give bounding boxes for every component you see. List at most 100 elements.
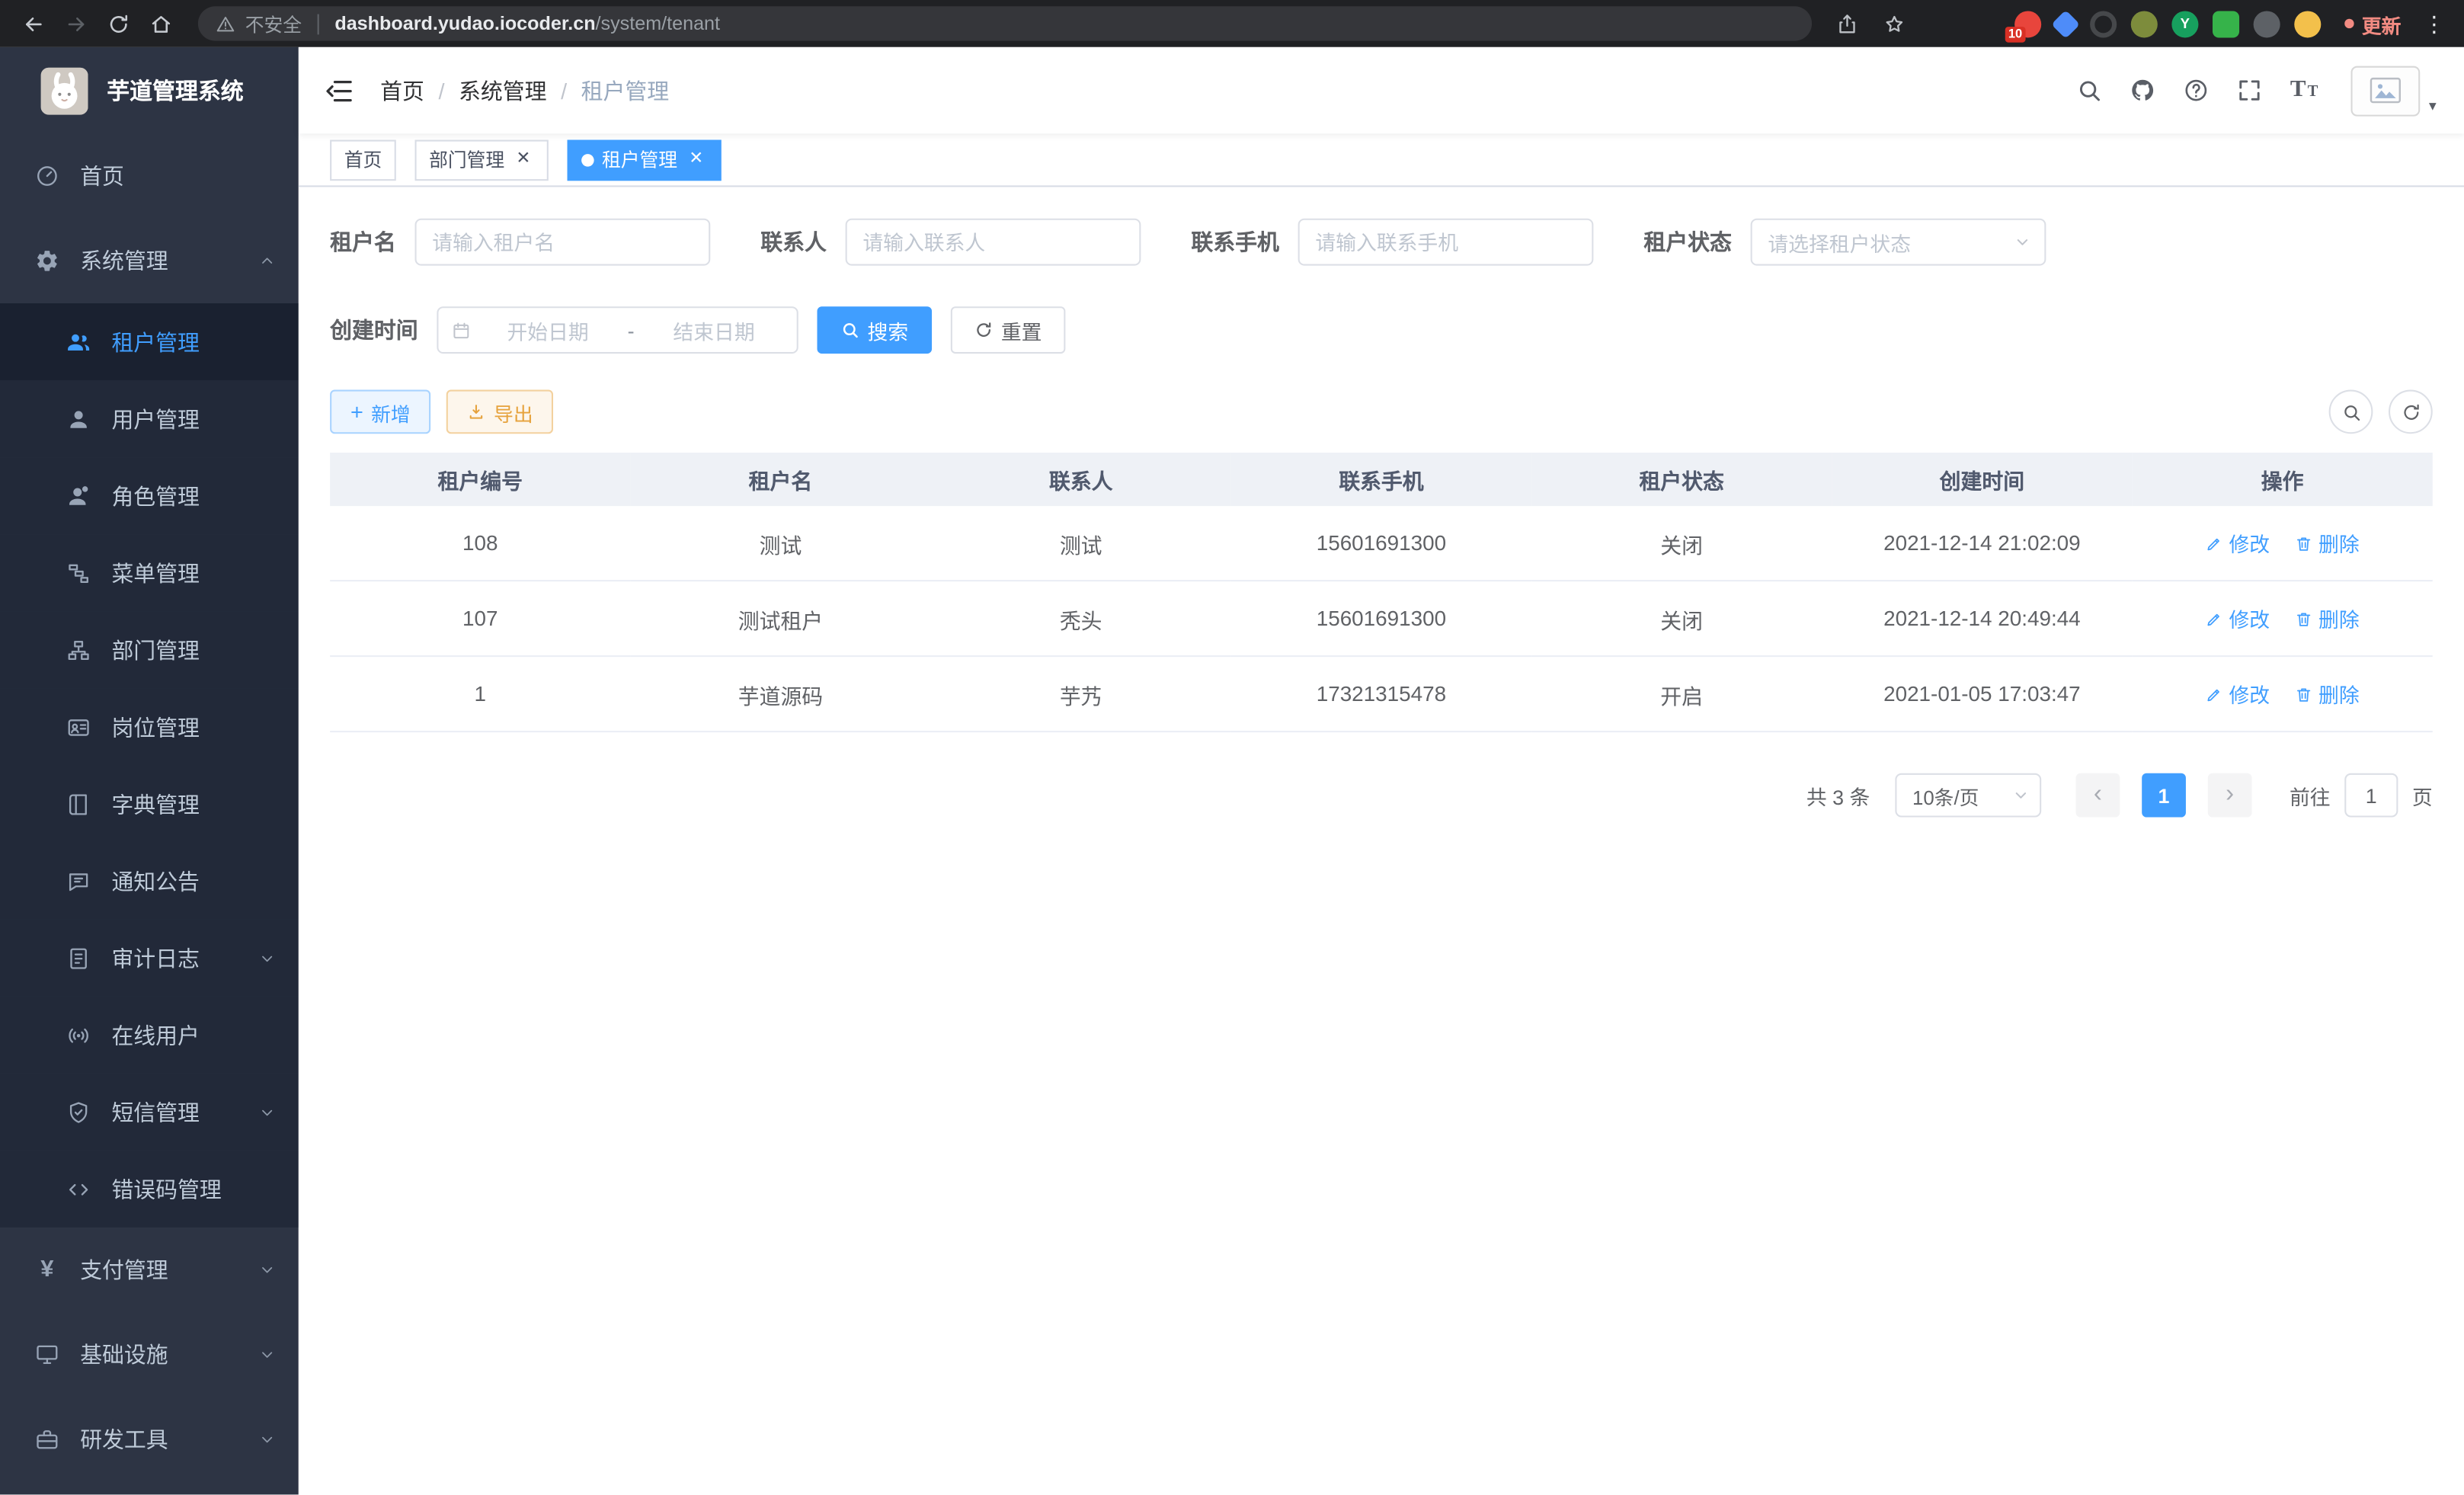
tenant-name-input[interactable] xyxy=(415,219,711,266)
close-icon[interactable]: ✕ xyxy=(685,149,707,171)
sidebar-item-role-management[interactable]: 角色管理 xyxy=(0,457,299,534)
extension-icon[interactable] xyxy=(2051,9,2080,38)
edit-button[interactable]: 修改 xyxy=(2206,679,2270,709)
sidebar-item-notice-announcement[interactable]: 通知公告 xyxy=(0,843,299,920)
sidebar-item-audit-log[interactable]: 审计日志 xyxy=(0,920,299,997)
extension-icon[interactable] xyxy=(2254,10,2280,37)
breadcrumb-item[interactable]: 系统管理 xyxy=(459,75,547,106)
browser-back-icon[interactable] xyxy=(16,6,50,40)
mobile-input[interactable] xyxy=(1298,219,1594,266)
sidebar-item-sms-management[interactable]: 短信管理 xyxy=(0,1074,299,1151)
sidebar-item-dict-management[interactable]: 字典管理 xyxy=(0,765,299,842)
goto-page-input[interactable] xyxy=(2344,773,2398,818)
sidebar-item-dev-tools[interactable]: 研发工具 xyxy=(0,1397,299,1482)
refresh-table-button[interactable] xyxy=(2389,390,2433,434)
breadcrumb-item[interactable]: 首页 xyxy=(380,75,424,106)
insecure-label: 不安全 xyxy=(245,10,302,37)
sidebar-item-label: 首页 xyxy=(80,160,277,191)
delete-button[interactable]: 删除 xyxy=(2295,679,2360,709)
extension-icon[interactable] xyxy=(2131,10,2158,37)
sidebar: 芋道管理系统 首页系统管理租户管理用户管理角色管理菜单管理部门管理岗位管理字典管… xyxy=(0,47,299,1495)
update-dot-icon xyxy=(2344,19,2354,28)
sidebar-item-infrastructure[interactable]: 基础设施 xyxy=(0,1312,299,1397)
log-icon xyxy=(66,946,91,971)
create-time-range-picker[interactable]: 开始日期 - 结束日期 xyxy=(437,306,798,354)
extension-icon[interactable] xyxy=(2090,10,2117,37)
chevron-down-icon xyxy=(258,949,277,968)
org-icon xyxy=(66,637,91,662)
edit-button[interactable]: 修改 xyxy=(2206,603,2270,633)
sidebar-item-menu-management[interactable]: 菜单管理 xyxy=(0,534,299,611)
sidebar-item-user-management[interactable]: 用户管理 xyxy=(0,380,299,457)
cell-id: 107 xyxy=(330,581,630,656)
browser-update-button[interactable]: 更新 xyxy=(2344,8,2401,38)
trash-icon xyxy=(2295,533,2314,552)
cell-created: 2021-12-14 20:49:44 xyxy=(1832,581,2132,656)
sidebar-toggle-icon[interactable] xyxy=(324,75,355,106)
browser-menu-icon[interactable]: ⋮ xyxy=(2423,10,2445,37)
add-button[interactable]: + 新增 xyxy=(330,390,430,434)
user-menu[interactable]: ▼ xyxy=(2351,66,2439,116)
column-header: 联系人 xyxy=(931,453,1231,506)
filter-create-time: 创建时间 开始日期 - 结束日期 xyxy=(330,306,798,354)
contact-input[interactable] xyxy=(846,219,1141,266)
edit-icon xyxy=(2206,684,2225,703)
sidebar-item-pay-management[interactable]: ¥支付管理 xyxy=(0,1228,299,1312)
avatar xyxy=(2351,66,2421,116)
page-content: 租户名 联系人 联系手机 租户状态 请选择租户状态 xyxy=(299,187,2464,1494)
extension-icon[interactable]: 10 xyxy=(2014,10,2041,37)
extension-icon[interactable] xyxy=(2213,10,2239,37)
tenant-status-select[interactable]: 请选择租户状态 xyxy=(1751,219,2046,266)
sidebar-item-dept-management[interactable]: 部门管理 xyxy=(0,611,299,688)
start-date-placeholder: 开始日期 xyxy=(478,315,618,345)
sidebar-item-home[interactable]: 首页 xyxy=(0,133,299,218)
sidebar-item-system-management[interactable]: 系统管理 xyxy=(0,219,299,303)
edit-button[interactable]: 修改 xyxy=(2206,528,2270,558)
sidebar-item-post-management[interactable]: 岗位管理 xyxy=(0,688,299,765)
browser-home-icon[interactable] xyxy=(143,6,178,40)
create-time-label: 创建时间 xyxy=(330,315,418,346)
address-bar[interactable]: 不安全 dashboard.yudao.iocoder.cn/system/te… xyxy=(198,6,1812,40)
font-size-icon[interactable]: TT xyxy=(2290,77,2318,104)
help-icon[interactable] xyxy=(2184,77,2210,104)
sidebar-item-error-code-management[interactable]: 错误码管理 xyxy=(0,1151,299,1228)
share-icon[interactable] xyxy=(1835,11,1859,35)
close-icon[interactable]: ✕ xyxy=(512,149,534,171)
table-toolbar: + 新增 导出 xyxy=(330,390,2433,434)
tag-item[interactable]: 部门管理✕ xyxy=(415,139,549,181)
github-icon[interactable] xyxy=(2130,77,2156,104)
tag-active[interactable]: 租户管理✕ xyxy=(568,139,722,181)
app-logo[interactable]: 芋道管理系统 xyxy=(0,47,299,133)
url-path: /system/tenant xyxy=(596,13,720,35)
extension-icon[interactable]: Y xyxy=(2171,10,2198,37)
screen: 不安全 dashboard.yudao.iocoder.cn/system/te… xyxy=(0,0,2464,1494)
update-label: 更新 xyxy=(2362,8,2402,38)
export-button[interactable]: 导出 xyxy=(446,390,553,434)
tag-item[interactable]: 首页 xyxy=(330,139,396,181)
cell-contact: 测试 xyxy=(931,506,1231,581)
insecure-warning-icon xyxy=(216,14,236,34)
sidebar-item-label: 基础设施 xyxy=(80,1339,258,1370)
sidebar-item-online-users[interactable]: 在线用户 xyxy=(0,997,299,1074)
browser-forward-icon[interactable] xyxy=(58,6,92,40)
toggle-search-button[interactable] xyxy=(2329,390,2373,434)
search-icon[interactable] xyxy=(2076,77,2103,104)
delete-button[interactable]: 删除 xyxy=(2295,528,2360,558)
search-button-label: 搜索 xyxy=(868,315,909,345)
bookmark-star-icon[interactable] xyxy=(1883,11,1906,35)
current-page-button[interactable]: 1 xyxy=(2142,773,2186,818)
reset-button[interactable]: 重置 xyxy=(951,306,1066,354)
fullscreen-icon[interactable] xyxy=(2237,77,2264,104)
delete-button[interactable]: 删除 xyxy=(2295,603,2360,633)
extension-icon[interactable] xyxy=(2294,10,2321,37)
search-button[interactable]: 搜索 xyxy=(818,306,933,354)
browser-reload-icon[interactable] xyxy=(101,6,135,40)
filter-row-1: 租户名 联系人 联系手机 租户状态 请选择租户状态 xyxy=(330,219,2433,266)
next-page-button[interactable]: › xyxy=(2208,773,2252,818)
column-header: 联系手机 xyxy=(1231,453,1531,506)
address-divider xyxy=(318,14,319,34)
sidebar-item-tenant-management[interactable]: 租户管理 xyxy=(0,303,299,380)
sidebar-item-label: 菜单管理 xyxy=(111,557,277,588)
page-size-select[interactable]: 10条/页 xyxy=(1895,773,2041,818)
prev-page-button[interactable]: ‹ xyxy=(2075,773,2120,818)
